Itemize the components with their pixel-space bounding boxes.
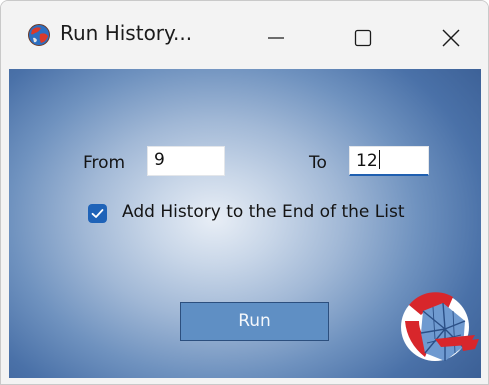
title-bar[interactable]: Run History... xyxy=(1,1,488,69)
checkmark-icon xyxy=(91,209,104,218)
brand-logo-icon xyxy=(391,281,481,371)
from-label: From xyxy=(83,153,126,173)
window-title: Run History... xyxy=(60,21,193,45)
to-label: To xyxy=(309,153,327,173)
to-input[interactable]: 12 xyxy=(349,146,429,176)
dialog-body: From 9 To 12 Add History to the End of t… xyxy=(9,69,481,378)
close-icon xyxy=(442,29,460,47)
from-input[interactable]: 9 xyxy=(147,146,225,176)
from-input-value: 9 xyxy=(154,150,165,170)
add-history-checkbox[interactable] xyxy=(88,204,107,223)
app-globe-icon xyxy=(27,23,51,47)
text-caret xyxy=(378,150,380,169)
minimize-icon xyxy=(268,37,284,39)
to-input-value: 12 xyxy=(356,151,378,171)
maximize-button[interactable] xyxy=(325,1,401,69)
maximize-icon xyxy=(354,29,372,47)
run-history-window: Run History... From 9 To 12 Add History … xyxy=(0,0,489,385)
add-history-label[interactable]: Add History to the End of the List xyxy=(122,202,405,222)
close-button[interactable] xyxy=(413,1,488,69)
run-button[interactable]: Run xyxy=(180,302,329,341)
minimize-button[interactable] xyxy=(237,1,313,69)
